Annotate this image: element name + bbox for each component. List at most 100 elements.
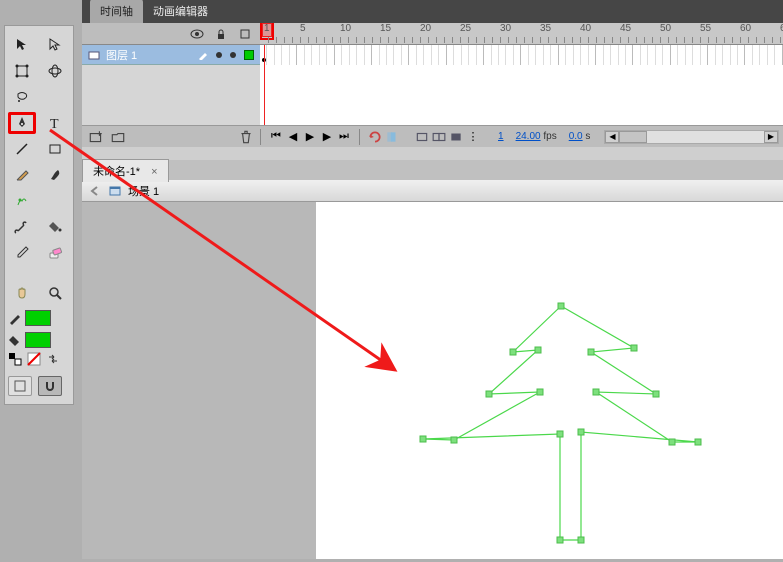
selection-tool[interactable]	[8, 34, 36, 56]
frame-cell[interactable]	[454, 45, 461, 65]
layer-outline-sq[interactable]	[244, 50, 254, 60]
pencil-tool[interactable]	[8, 164, 36, 186]
tab-anim-editor[interactable]: 动画编辑器	[143, 0, 218, 23]
frame-cell[interactable]	[775, 45, 782, 65]
frame-cell[interactable]	[551, 45, 558, 65]
rect-tool[interactable]	[41, 138, 69, 160]
3d-rotate-tool[interactable]	[41, 60, 69, 82]
frame-cell[interactable]	[633, 45, 640, 65]
frame-cell[interactable]	[372, 45, 379, 65]
new-layer-btn[interactable]	[88, 129, 104, 145]
delete-layer-btn[interactable]	[238, 129, 254, 145]
option-btn-1[interactable]	[8, 376, 32, 396]
frame-cell[interactable]	[439, 45, 446, 65]
play-btn[interactable]: ▶	[303, 130, 317, 144]
frame-cell[interactable]	[350, 45, 357, 65]
doc-tab[interactable]: 未命名-1* ×	[82, 159, 169, 182]
pen-tool[interactable]	[8, 112, 36, 134]
frame-cell[interactable]	[701, 45, 708, 65]
paint-bucket-tool[interactable]	[41, 216, 69, 238]
onion-opt4[interactable]: ⋮	[466, 130, 480, 144]
step-fwd-btn[interactable]: ▶	[320, 130, 334, 144]
frame-cell[interactable]	[529, 45, 536, 65]
frame-cell[interactable]	[745, 45, 752, 65]
tree-drawing[interactable]	[316, 202, 776, 562]
time-value[interactable]: 0.0	[569, 131, 583, 142]
frame-cell[interactable]	[462, 45, 469, 65]
onion-opt3[interactable]	[449, 130, 463, 144]
line-tool[interactable]	[8, 138, 36, 160]
frame-cell[interactable]	[693, 45, 700, 65]
frame-cell[interactable]	[760, 45, 767, 65]
lasso-tool[interactable]	[8, 86, 36, 108]
frame-cell[interactable]	[402, 45, 409, 65]
loop-btn[interactable]	[368, 130, 382, 144]
frame-cell[interactable]	[611, 45, 618, 65]
frame-cell[interactable]	[290, 45, 297, 65]
frame-cell[interactable]	[424, 45, 431, 65]
frame-cell[interactable]	[731, 45, 738, 65]
frame-cell[interactable]	[678, 45, 685, 65]
deco-tool[interactable]	[8, 190, 36, 212]
frame-cell[interactable]	[365, 45, 372, 65]
eye-icon[interactable]	[190, 27, 204, 41]
frame-cell[interactable]	[499, 45, 506, 65]
frame-cell[interactable]	[380, 45, 387, 65]
frame-cell[interactable]	[394, 45, 401, 65]
tab-timeline[interactable]: 时间轴	[90, 0, 143, 23]
frame-cell[interactable]	[320, 45, 327, 65]
frame-cell[interactable]	[566, 45, 573, 65]
frame-cell[interactable]	[686, 45, 693, 65]
frame-cell[interactable]	[559, 45, 566, 65]
frame-cell[interactable]	[282, 45, 289, 65]
frame-cell[interactable]	[589, 45, 596, 65]
frame-cell[interactable]	[342, 45, 349, 65]
layer-lock-dot[interactable]	[230, 52, 236, 58]
frame-cell[interactable]	[267, 45, 274, 65]
frame-cell[interactable]	[626, 45, 633, 65]
frames-area[interactable]	[260, 45, 783, 125]
free-transform-tool[interactable]	[8, 60, 36, 82]
bone-tool[interactable]	[8, 216, 36, 238]
frame-cell[interactable]	[574, 45, 581, 65]
close-icon[interactable]: ×	[151, 166, 157, 178]
fill-color-swatch[interactable]	[25, 332, 51, 348]
frame-cell[interactable]	[305, 45, 312, 65]
layer-row[interactable]: 图层 1	[82, 45, 260, 65]
new-folder-btn[interactable]	[110, 129, 126, 145]
layer-vis-dot[interactable]	[216, 52, 222, 58]
frame-cell[interactable]	[469, 45, 476, 65]
timeline-ruler[interactable]: 15101520253035404550556065	[260, 23, 783, 44]
scroll-thumb[interactable]	[619, 131, 647, 143]
onion-opt1[interactable]	[415, 130, 429, 144]
frame-cell[interactable]	[387, 45, 394, 65]
frame-cell[interactable]	[357, 45, 364, 65]
no-color[interactable]	[27, 352, 41, 366]
frame-cell[interactable]	[477, 45, 484, 65]
frame-cell[interactable]	[335, 45, 342, 65]
frame-cell[interactable]	[544, 45, 551, 65]
frame-cell[interactable]	[596, 45, 603, 65]
frame-cell[interactable]	[484, 45, 491, 65]
onion-opt2[interactable]	[432, 130, 446, 144]
current-frame[interactable]: 1	[498, 131, 504, 142]
subselect-tool[interactable]	[41, 34, 69, 56]
frame-cell[interactable]	[432, 45, 439, 65]
back-icon[interactable]	[88, 184, 102, 198]
frame-cell[interactable]	[297, 45, 304, 65]
frame-cell[interactable]	[656, 45, 663, 65]
onion-btn[interactable]	[385, 130, 399, 144]
frame-cell[interactable]	[275, 45, 282, 65]
zoom-tool[interactable]	[41, 282, 69, 304]
goto-last-btn[interactable]: ⏭	[337, 130, 351, 144]
step-back-btn[interactable]: ◀	[286, 130, 300, 144]
swap-colors[interactable]	[46, 352, 60, 366]
scroll-right-btn[interactable]: ▶	[764, 131, 778, 143]
frame-cell[interactable]	[536, 45, 543, 65]
frame-cell[interactable]	[663, 45, 670, 65]
frame-cell[interactable]	[327, 45, 334, 65]
stage[interactable]	[316, 202, 783, 559]
frame-cell[interactable]	[648, 45, 655, 65]
frame-cell[interactable]	[409, 45, 416, 65]
brush-tool[interactable]	[41, 164, 69, 186]
